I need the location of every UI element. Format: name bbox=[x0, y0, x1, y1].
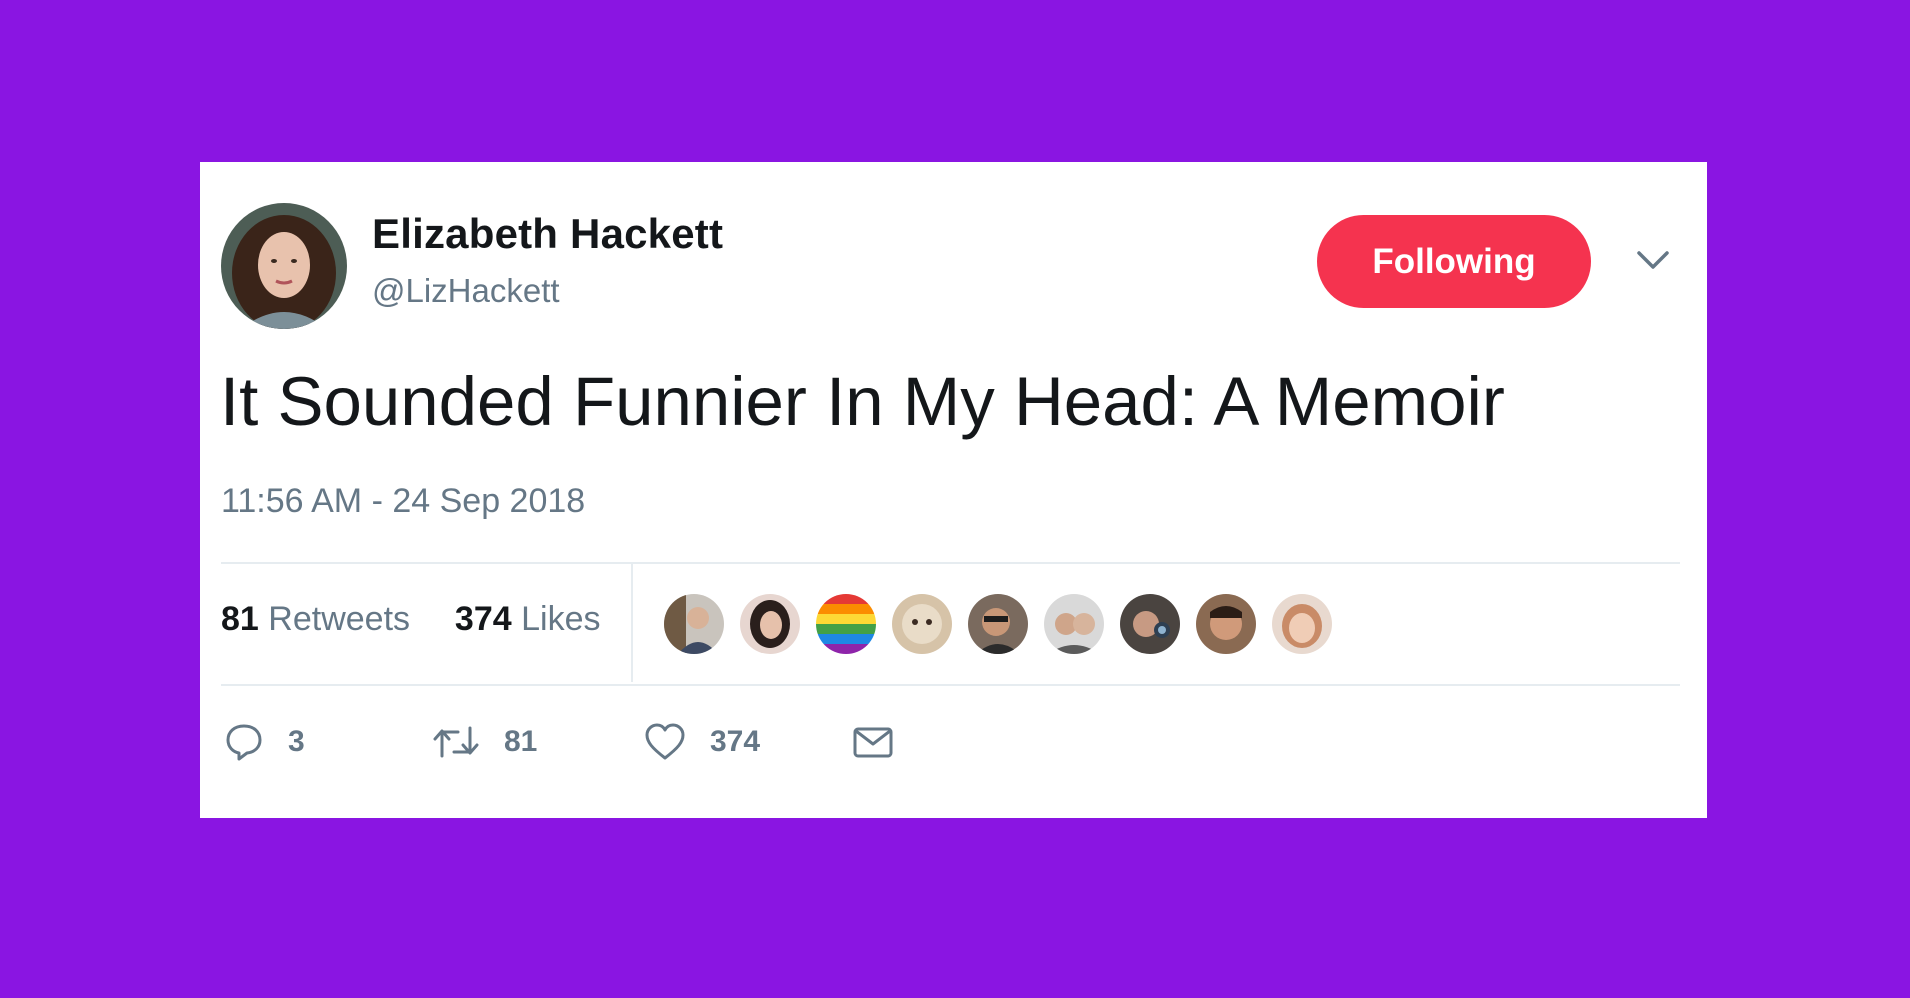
retweet-stat[interactable]: 81 Retweets bbox=[221, 600, 419, 638]
divider-bottom bbox=[221, 684, 1680, 686]
liker-avatar[interactable] bbox=[1270, 592, 1334, 656]
envelope-icon bbox=[853, 727, 893, 758]
like-label: Likes bbox=[521, 600, 601, 638]
like-stat[interactable]: 374 Likes bbox=[455, 600, 601, 638]
tweet-card: Elizabeth Hackett @LizHackett Following … bbox=[200, 162, 1707, 818]
heart-icon bbox=[645, 723, 685, 760]
tweet-stats: 81 Retweets 374 Likes bbox=[221, 600, 600, 639]
like-button[interactable]: 374 bbox=[644, 722, 760, 762]
liker-avatar[interactable] bbox=[1194, 592, 1258, 656]
retweet-button[interactable]: 81 bbox=[432, 722, 537, 762]
retweet-count: 81 bbox=[221, 600, 259, 638]
liker-avatar[interactable] bbox=[814, 592, 878, 656]
divider-top bbox=[221, 562, 1680, 564]
liker-avatars bbox=[662, 592, 1334, 656]
like-action-count: 374 bbox=[710, 725, 761, 758]
retweet-label: Retweets bbox=[268, 600, 411, 638]
liker-avatar[interactable] bbox=[966, 592, 1030, 656]
reply-button[interactable]: 3 bbox=[224, 722, 305, 762]
liker-avatar[interactable] bbox=[1118, 592, 1182, 656]
stats-divider bbox=[631, 562, 633, 682]
tweet-timestamp[interactable]: 11:56 AM - 24 Sep 2018 bbox=[221, 482, 585, 521]
chevron-down-icon[interactable] bbox=[1636, 249, 1670, 271]
liker-avatar[interactable] bbox=[890, 592, 954, 656]
retweet-icon bbox=[433, 726, 479, 758]
author-name[interactable]: Elizabeth Hackett bbox=[372, 210, 723, 258]
tweet-text: It Sounded Funnier In My Head: A Memoir bbox=[220, 363, 1505, 440]
author-avatar[interactable] bbox=[221, 203, 347, 329]
reply-count: 3 bbox=[288, 725, 305, 758]
retweet-action-count: 81 bbox=[504, 725, 538, 758]
following-button[interactable]: Following bbox=[1317, 215, 1591, 308]
liker-avatar[interactable] bbox=[1042, 592, 1106, 656]
like-count: 374 bbox=[454, 600, 512, 638]
liker-avatar[interactable] bbox=[738, 592, 802, 656]
author-handle[interactable]: @LizHackett bbox=[372, 272, 560, 310]
message-button[interactable] bbox=[852, 722, 894, 762]
liker-avatar[interactable] bbox=[662, 592, 726, 656]
reply-icon bbox=[226, 724, 262, 761]
